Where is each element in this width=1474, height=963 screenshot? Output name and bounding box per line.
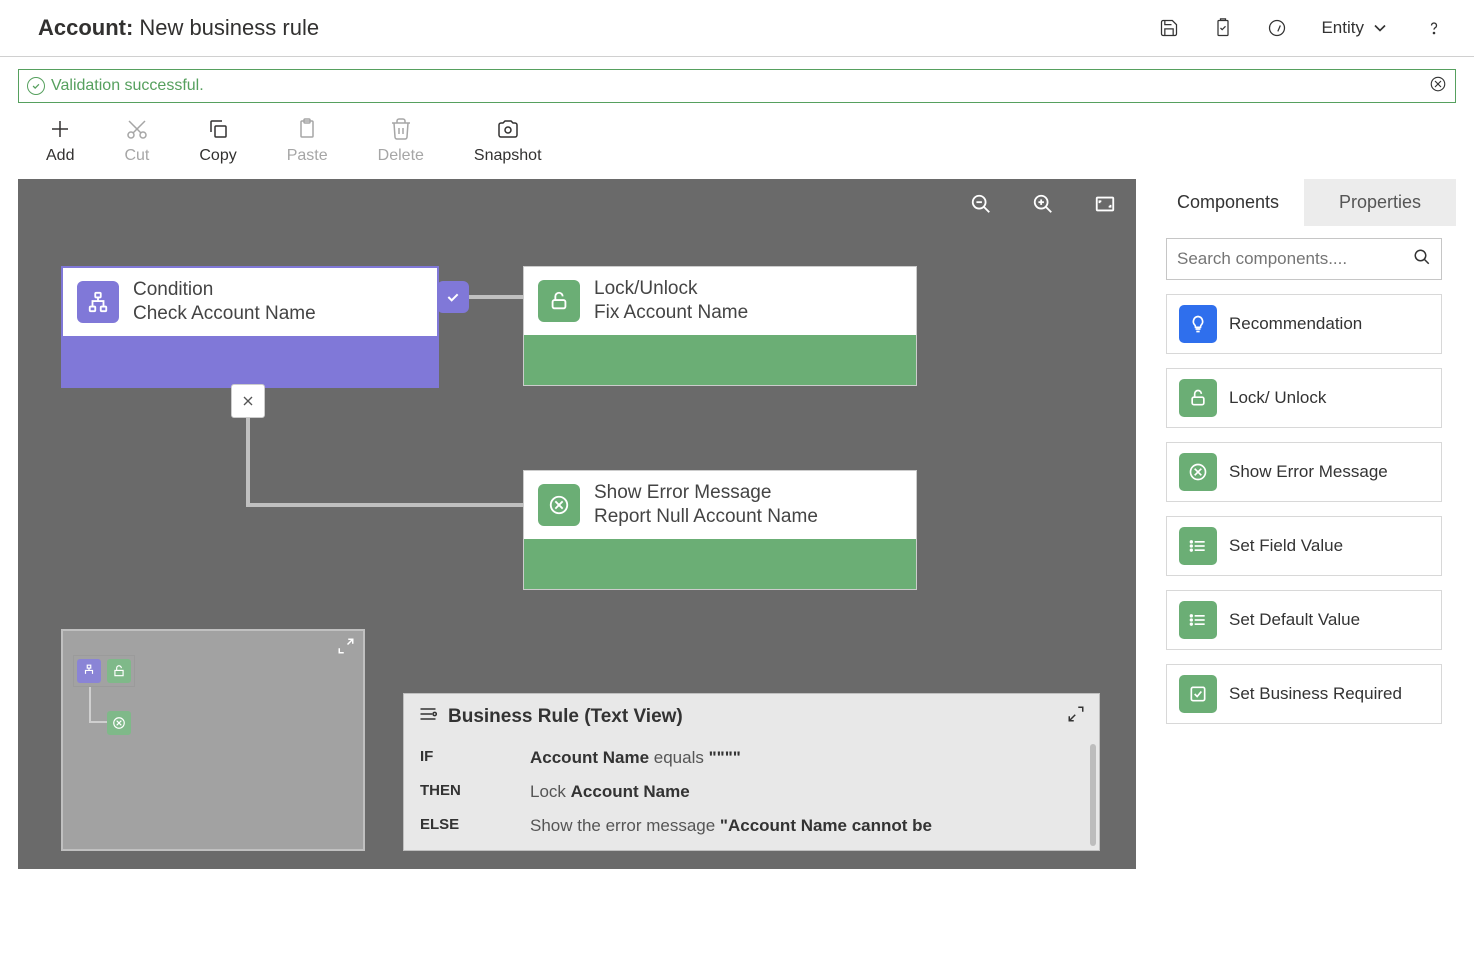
connector bbox=[246, 503, 526, 507]
panel-tabs: Components Properties bbox=[1152, 179, 1456, 226]
node-title: Lock/Unlock bbox=[594, 277, 748, 301]
list-icon bbox=[1179, 527, 1217, 565]
if-keyword: IF bbox=[420, 748, 530, 768]
lock-icon bbox=[538, 280, 580, 322]
node-drop-bar[interactable] bbox=[63, 336, 437, 386]
chevron-down-icon bbox=[1370, 18, 1390, 38]
node-subtitle: Fix Account Name bbox=[594, 301, 748, 325]
minimap-node bbox=[77, 659, 101, 683]
fit-screen-button[interactable] bbox=[1094, 193, 1116, 220]
minimap-node bbox=[107, 711, 131, 735]
check-circle-icon bbox=[27, 77, 45, 95]
error-icon bbox=[538, 484, 580, 526]
component-search[interactable] bbox=[1166, 238, 1442, 280]
scope-label: Entity bbox=[1321, 18, 1364, 38]
minimap-node bbox=[107, 659, 131, 683]
snapshot-button[interactable]: Snapshot bbox=[474, 117, 542, 165]
show-error-node[interactable]: Show Error Message Report Null Account N… bbox=[523, 470, 917, 590]
minimap[interactable] bbox=[61, 629, 365, 851]
copy-icon bbox=[206, 117, 230, 141]
list-icon bbox=[1179, 601, 1217, 639]
lock-icon bbox=[1179, 379, 1217, 417]
then-expression: Lock Account Name bbox=[530, 782, 1083, 802]
tab-properties[interactable]: Properties bbox=[1304, 179, 1456, 226]
validation-message: Validation successful. bbox=[51, 77, 1429, 95]
cut-button: Cut bbox=[124, 117, 149, 165]
save-button[interactable] bbox=[1159, 18, 1179, 38]
tab-components[interactable]: Components bbox=[1152, 179, 1304, 226]
true-branch-badge bbox=[437, 281, 469, 313]
title-entity: Account: bbox=[38, 15, 133, 41]
lightbulb-icon bbox=[1179, 305, 1217, 343]
component-set-default-value[interactable]: Set Default Value bbox=[1166, 590, 1442, 650]
node-subtitle: Check Account Name bbox=[133, 302, 316, 326]
text-view-title: Business Rule (Text View) bbox=[448, 706, 683, 728]
app-header: Account: New business rule Entity bbox=[0, 0, 1474, 57]
node-drop-bar[interactable] bbox=[524, 539, 916, 589]
else-expression: Show the error message "Account Name can… bbox=[530, 816, 1083, 836]
workspace: Condition Check Account Name Lock/Unlock… bbox=[0, 179, 1474, 887]
lock-unlock-node[interactable]: Lock/Unlock Fix Account Name bbox=[523, 266, 917, 386]
edit-toolbar: Add Cut Copy Paste Delete Snapshot bbox=[0, 107, 1474, 179]
search-input[interactable] bbox=[1177, 249, 1413, 269]
node-subtitle: Report Null Account Name bbox=[594, 505, 818, 529]
then-keyword: THEN bbox=[420, 782, 530, 802]
scope-dropdown[interactable]: Entity bbox=[1321, 18, 1390, 38]
condition-node[interactable]: Condition Check Account Name bbox=[61, 266, 439, 388]
text-view-panel: Business Rule (Text View) IF Account Nam… bbox=[403, 693, 1100, 851]
title-rule-name: New business rule bbox=[139, 15, 319, 41]
node-drop-bar[interactable] bbox=[524, 335, 916, 385]
help-button[interactable] bbox=[1424, 18, 1444, 38]
false-branch-badge bbox=[231, 384, 265, 418]
component-set-business-required[interactable]: Set Business Required bbox=[1166, 664, 1442, 724]
node-title: Show Error Message bbox=[594, 481, 818, 505]
condition-icon bbox=[77, 281, 119, 323]
component-show-error[interactable]: Show Error Message bbox=[1166, 442, 1442, 502]
search-icon bbox=[1413, 248, 1431, 271]
node-title: Condition bbox=[133, 278, 316, 302]
component-set-field-value[interactable]: Set Field Value bbox=[1166, 516, 1442, 576]
copy-button[interactable]: Copy bbox=[199, 117, 236, 165]
zoom-in-button[interactable] bbox=[1032, 193, 1054, 220]
canvas-tools bbox=[970, 193, 1116, 220]
validate-button[interactable] bbox=[1213, 18, 1233, 38]
text-view-body: IF Account Name equals """" THEN Lock Ac… bbox=[404, 740, 1099, 850]
component-lock-unlock[interactable]: Lock/ Unlock bbox=[1166, 368, 1442, 428]
else-keyword: ELSE bbox=[420, 816, 530, 836]
scrollbar[interactable] bbox=[1090, 744, 1096, 846]
minimap-expand-icon[interactable] bbox=[337, 637, 355, 660]
text-view-expand-button[interactable] bbox=[1067, 705, 1085, 729]
checkbox-icon bbox=[1179, 675, 1217, 713]
delete-button: Delete bbox=[378, 117, 424, 165]
camera-icon bbox=[496, 117, 520, 141]
text-view-icon bbox=[418, 704, 438, 730]
if-expression: Account Name equals """" bbox=[530, 748, 1083, 768]
error-icon bbox=[1179, 453, 1217, 491]
components-list: Recommendation Lock/ Unlock Show Error M… bbox=[1152, 226, 1456, 869]
side-panel: Components Properties Recommendation Loc… bbox=[1152, 179, 1456, 869]
add-button[interactable]: Add bbox=[46, 117, 74, 165]
trash-icon bbox=[389, 117, 413, 141]
header-actions: Entity bbox=[1159, 18, 1444, 38]
plus-icon bbox=[48, 117, 72, 141]
title-dropdown[interactable]: Account: New business rule bbox=[38, 15, 329, 41]
validation-banner: Validation successful. bbox=[18, 69, 1456, 103]
activate-button[interactable] bbox=[1267, 18, 1287, 38]
paste-button: Paste bbox=[287, 117, 328, 165]
dismiss-banner-button[interactable] bbox=[1429, 75, 1447, 98]
cut-icon bbox=[125, 117, 149, 141]
paste-icon bbox=[295, 117, 319, 141]
connector bbox=[468, 295, 523, 299]
connector bbox=[246, 417, 250, 507]
component-recommendation[interactable]: Recommendation bbox=[1166, 294, 1442, 354]
designer-canvas[interactable]: Condition Check Account Name Lock/Unlock… bbox=[18, 179, 1136, 869]
zoom-out-button[interactable] bbox=[970, 193, 992, 220]
